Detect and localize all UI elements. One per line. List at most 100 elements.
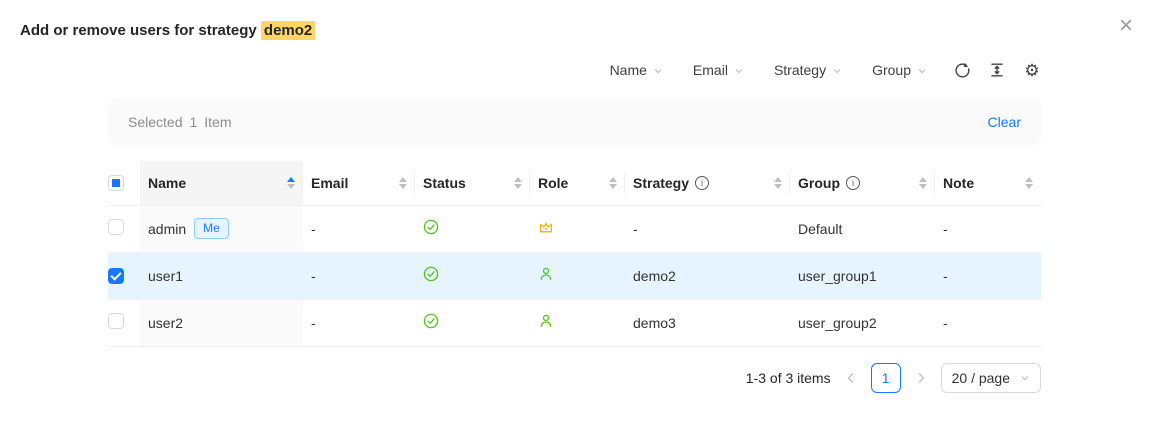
filter-name-label: Name [610,62,647,78]
check-circle-icon [423,313,439,329]
column-header-email[interactable]: Email [303,161,415,205]
user-name: admin [148,221,186,237]
strategy-name-highlight: demo2 [261,21,315,40]
selected-count: 1 [189,114,197,130]
column-label: Email [311,175,348,191]
modal-header: Add or remove users for strategy demo2 × [0,0,1149,39]
toolbar-icons: ⚙ [953,61,1041,79]
column-header-role[interactable]: Role [530,161,625,205]
column-label: Group [798,175,840,191]
column-header-strategy[interactable]: Strategy i [625,161,790,205]
clear-selection-link[interactable]: Clear [988,114,1021,130]
page-number-button[interactable]: 1 [871,363,901,393]
chevron-down-icon [653,66,663,76]
group-cell: user_group2 [790,299,935,346]
email-cell: - [303,252,415,299]
status-cell [415,252,530,299]
pagination: 1-3 of 3 items 1 20 / page [108,363,1041,393]
page-size-value: 20 / page [952,370,1010,386]
close-icon[interactable]: × [1119,14,1133,38]
column-label: Strategy [633,175,689,191]
user-name: user1 [148,268,183,284]
table-header-row: Name Email Status [108,161,1041,205]
table-row: user2 - demo3 user_group2 - [108,299,1041,346]
title-text: Add or remove users for strategy [20,22,261,39]
status-cell [415,205,530,252]
strategy-cell: demo2 [625,252,790,299]
filter-group-label: Group [872,62,911,78]
column-label: Role [538,175,568,191]
chevron-down-icon [734,66,744,76]
email-cell: - [303,205,415,252]
role-cell [530,205,625,252]
refresh-icon[interactable] [953,61,971,79]
info-icon: i [695,176,709,190]
table-row: admin Me - - Default - [108,205,1041,252]
sort-icon [601,177,617,189]
strategy-cell: - [625,205,790,252]
column-label: Name [148,175,186,191]
sort-icon [766,177,782,189]
me-badge: Me [194,218,229,239]
filter-group[interactable]: Group [872,62,927,78]
note-cell: - [935,299,1041,346]
selected-label: Selected [128,114,182,130]
filter-email-label: Email [693,62,728,78]
table-toolbar: Name Email Strategy Group ⚙ [108,61,1041,79]
filter-strategy[interactable]: Strategy [774,62,842,78]
sort-icon [279,177,295,189]
row-checkbox[interactable] [108,268,124,284]
chevron-down-icon [1020,373,1030,383]
user-icon [538,313,554,329]
row-checkbox[interactable] [108,313,124,329]
column-label: Status [423,175,466,191]
user-icon [538,266,554,282]
selection-bar: Selected 1 Item Clear [108,99,1041,145]
page-title: Add or remove users for strategy demo2 [20,22,1129,39]
row-checkbox-cell [108,299,140,346]
page-size-select[interactable]: 20 / page [941,363,1041,393]
sort-icon [391,177,407,189]
filter-email[interactable]: Email [693,62,744,78]
users-table: Name Email Status [108,161,1041,347]
header-checkbox-cell [108,161,140,205]
name-cell: admin Me [140,205,303,252]
note-cell: - [935,205,1041,252]
strategy-cell: demo3 [625,299,790,346]
selection-summary: Selected 1 Item [128,114,232,130]
row-checkbox[interactable] [108,219,124,235]
column-label: Note [943,175,974,191]
select-all-checkbox[interactable] [108,175,124,191]
filter-group: Name Email Strategy Group [610,62,927,78]
settings-icon[interactable]: ⚙ [1023,61,1041,79]
sort-icon [1017,177,1033,189]
filter-name[interactable]: Name [610,62,663,78]
sort-icon [506,177,522,189]
status-cell [415,299,530,346]
user-name: user2 [148,315,183,331]
info-icon: i [846,176,860,190]
prev-page-icon[interactable] [845,372,857,384]
table-row-selected: user1 - demo2 user_group1 - [108,252,1041,299]
column-header-group[interactable]: Group i [790,161,935,205]
next-page-icon[interactable] [915,372,927,384]
name-cell: user2 [140,299,303,346]
chevron-down-icon [832,66,842,76]
pagination-total: 1-3 of 3 items [746,370,831,386]
sort-icon [911,177,927,189]
column-header-status[interactable]: Status [415,161,530,205]
group-cell: Default [790,205,935,252]
check-circle-icon [423,266,439,282]
column-header-name[interactable]: Name [140,161,303,205]
email-cell: - [303,299,415,346]
admin-crown-icon [538,219,554,235]
group-cell: user_group1 [790,252,935,299]
name-cell: user1 [140,252,303,299]
column-header-note[interactable]: Note [935,161,1041,205]
column-height-icon[interactable] [988,61,1006,79]
row-checkbox-cell [108,252,140,299]
check-circle-icon [423,219,439,235]
role-cell [530,252,625,299]
item-label: Item [204,114,231,130]
chevron-down-icon [917,66,927,76]
